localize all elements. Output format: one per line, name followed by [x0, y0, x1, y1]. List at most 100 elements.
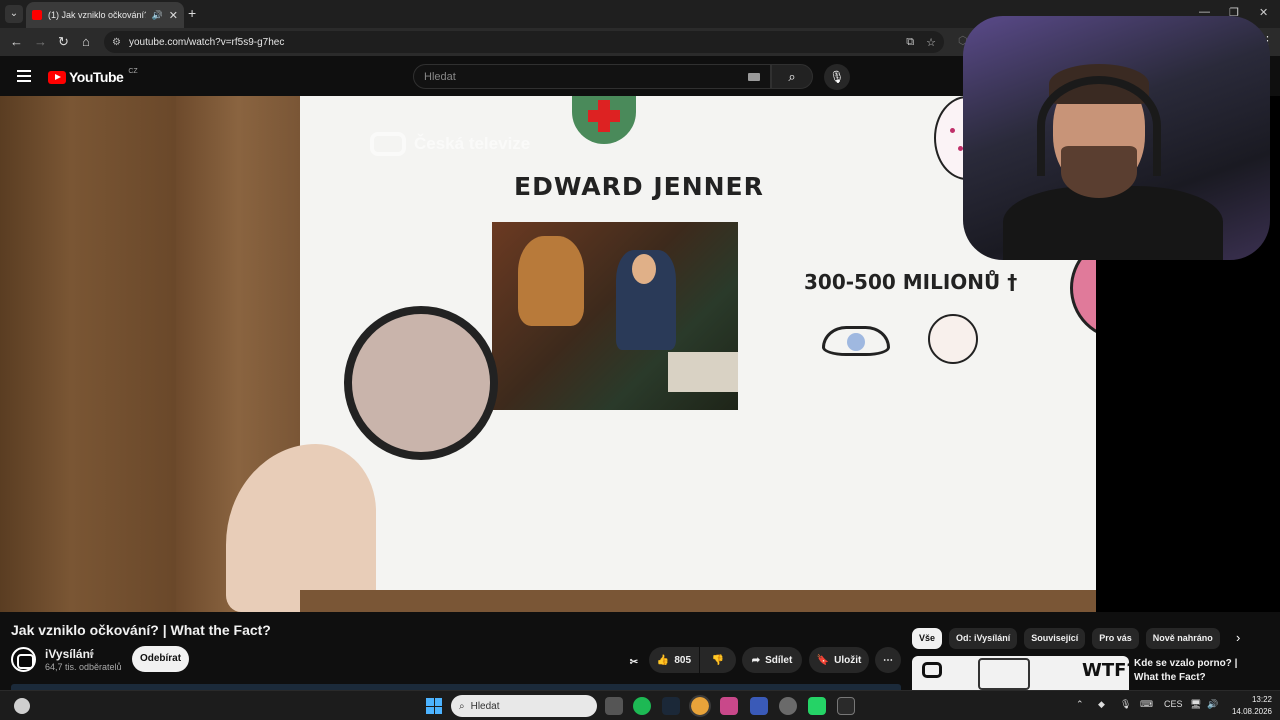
pox-dot	[950, 128, 955, 133]
voice-search-mic-icon[interactable]: 🎙	[824, 64, 850, 90]
painting-table	[668, 352, 738, 392]
drawn-heading: EDWARD JENNER	[514, 172, 764, 201]
chip-all[interactable]: Vše	[912, 628, 943, 649]
eye-drawing	[822, 326, 890, 356]
thumbnail-sketch	[978, 658, 1030, 690]
bookmark-star-icon[interactable]: ☆	[926, 36, 936, 49]
dislike-button[interactable]: 👎	[700, 647, 736, 673]
whatsapp-icon[interactable]	[808, 697, 826, 715]
network-icon[interactable]: 🖥	[1190, 699, 1201, 710]
home-icon[interactable]: ⌂	[82, 34, 90, 49]
steam-icon[interactable]	[662, 697, 680, 715]
clip-icon[interactable]: ✂	[625, 649, 643, 675]
spotify-icon[interactable]	[633, 697, 651, 715]
video-title: Jak vzniklo očkování? | What the Fact?	[11, 622, 271, 638]
chip-for-you[interactable]: Pro vás	[1092, 628, 1139, 649]
new-tab-icon[interactable]: +	[188, 5, 196, 21]
headphones-icon	[1037, 76, 1161, 176]
ct-logo-icon	[922, 662, 942, 678]
region-code: CZ	[128, 67, 138, 75]
eye-iris	[847, 333, 865, 351]
taskbar-search[interactable]: ⌕ Hledat	[451, 695, 597, 717]
clock-date: 14.08.2026	[1231, 707, 1272, 716]
save-disk-icon[interactable]	[750, 697, 768, 715]
photos-icon[interactable]	[720, 697, 738, 715]
youtube-play-logo-icon	[48, 70, 66, 84]
channel-avatar[interactable]	[11, 647, 36, 672]
video-frame: Česká televize EDWARD JENNER 300-500 MIL…	[176, 96, 1174, 612]
like-button[interactable]: 👍 805	[649, 647, 699, 673]
site-info-icon[interactable]: ⚙	[112, 37, 121, 48]
chip-from-channel[interactable]: Od: iVysílání	[949, 628, 1018, 649]
more-actions-icon[interactable]: ⋯	[875, 647, 901, 673]
ct-logo-icon	[370, 132, 406, 156]
filter-chips: Vše Od: iVysílání Související Pro vás No…	[912, 628, 1220, 649]
browser-tab[interactable]: (1) Jak vzniklo očkování? | W 🔊 ✕	[26, 2, 184, 28]
forward-icon[interactable]: →	[34, 34, 47, 49]
search-box	[413, 64, 771, 89]
chip-recently-uploaded[interactable]: Nově nahráno	[1145, 628, 1220, 649]
subscriber-count: 64,7 tis. odběratelů	[45, 662, 122, 672]
volume-icon[interactable]: 🔊	[1207, 699, 1218, 710]
youtube-favicon-icon	[32, 10, 42, 20]
historical-painting	[492, 222, 738, 410]
microphone-tray-icon[interactable]: 🎙	[1120, 699, 1131, 710]
tab-search-chevron-icon[interactable]: ⌄	[5, 5, 23, 23]
recommended-video-thumbnail[interactable]: WTF?	[912, 656, 1129, 690]
system-clock[interactable]: 13:22 14.08.2026	[1226, 694, 1272, 718]
share-arrow-icon: ➦	[751, 654, 761, 666]
painting-figure-woman	[518, 236, 584, 326]
like-count: 805	[674, 654, 692, 666]
menu-hamburger-icon[interactable]	[17, 70, 31, 85]
obs-icon[interactable]	[779, 697, 797, 715]
url-text[interactable]: youtube.com/watch?v=rf5s9-g7hec	[129, 37, 894, 48]
tray-chevron-icon[interactable]: ⌃	[1076, 699, 1084, 710]
taskbar-search-placeholder: Hledat	[470, 700, 500, 712]
close-window-icon[interactable]: ✕	[1259, 6, 1268, 19]
install-app-icon[interactable]: ⧉	[906, 36, 914, 49]
dropbox-icon[interactable]: ◆	[1098, 699, 1105, 710]
audio-playing-icon[interactable]: 🔊	[152, 10, 163, 21]
thumbnail-wtf-text: WTF?	[1082, 660, 1129, 681]
youtube-logo[interactable]: YouTube CZ	[48, 67, 138, 85]
bookmark-icon: 🔖	[816, 654, 830, 666]
verified-badge-icon: ●	[89, 648, 95, 658]
thumbs-down-icon: 👎	[711, 654, 725, 666]
chips-next-chevron-icon[interactable]: ›	[1236, 630, 1240, 645]
channel-name[interactable]: iVysílání	[45, 647, 93, 661]
wooden-desk-bottom	[300, 590, 1096, 612]
painting-face	[632, 254, 656, 284]
keyboard-tray-icon[interactable]: ⌨	[1140, 699, 1153, 710]
clock-time: 13:22	[1251, 695, 1272, 704]
task-view-icon[interactable]	[605, 697, 623, 715]
recommended-video-title[interactable]: Kde se vzalo porno? | What the Fact?	[1134, 657, 1264, 685]
save-button[interactable]: 🔖 Uložit	[809, 647, 869, 673]
chip-related[interactable]: Související	[1024, 628, 1086, 649]
broadcaster-watermark: Česká televize	[370, 132, 530, 156]
epic-games-icon[interactable]	[837, 697, 855, 715]
youtube-logo-text: YouTube	[69, 69, 124, 85]
tab-title: (1) Jak vzniklo očkování? | W	[48, 10, 146, 20]
watermark-text: Česká televize	[414, 134, 531, 153]
drawn-death-count: 300-500 MILIONŮ †	[804, 270, 1018, 294]
keyboard-icon[interactable]	[748, 72, 760, 81]
medical-shield-icon	[572, 96, 636, 144]
windows-taskbar: ⌕ Hledat ⌃ ◆ 🎙 ⌨ CES 🖥 🔊 13:22 14.08.202…	[0, 690, 1280, 720]
windows-start-icon[interactable]	[426, 698, 442, 714]
back-icon[interactable]: ←	[10, 34, 23, 49]
reload-icon[interactable]: ↻	[58, 34, 69, 50]
child-face-drawing	[928, 314, 978, 364]
thumbs-up-icon: 👍	[656, 654, 670, 666]
share-label: Sdílet	[765, 654, 793, 666]
video-backdrop-left	[0, 96, 176, 612]
language-indicator[interactable]: CES	[1164, 699, 1183, 709]
chrome-icon[interactable]	[689, 695, 711, 717]
address-bar[interactable]: ⚙ youtube.com/watch?v=rf5s9-g7hec ⧉ ☆	[104, 31, 944, 53]
search-button[interactable]: ⌕	[771, 64, 813, 89]
widgets-icon[interactable]	[14, 698, 30, 714]
search-input[interactable]	[424, 70, 748, 83]
share-button[interactable]: ➦ Sdílet	[742, 647, 802, 673]
magnifying-glass	[344, 306, 498, 460]
subscribe-button[interactable]: Odebírat	[132, 646, 189, 672]
close-tab-icon[interactable]: ✕	[169, 9, 178, 22]
